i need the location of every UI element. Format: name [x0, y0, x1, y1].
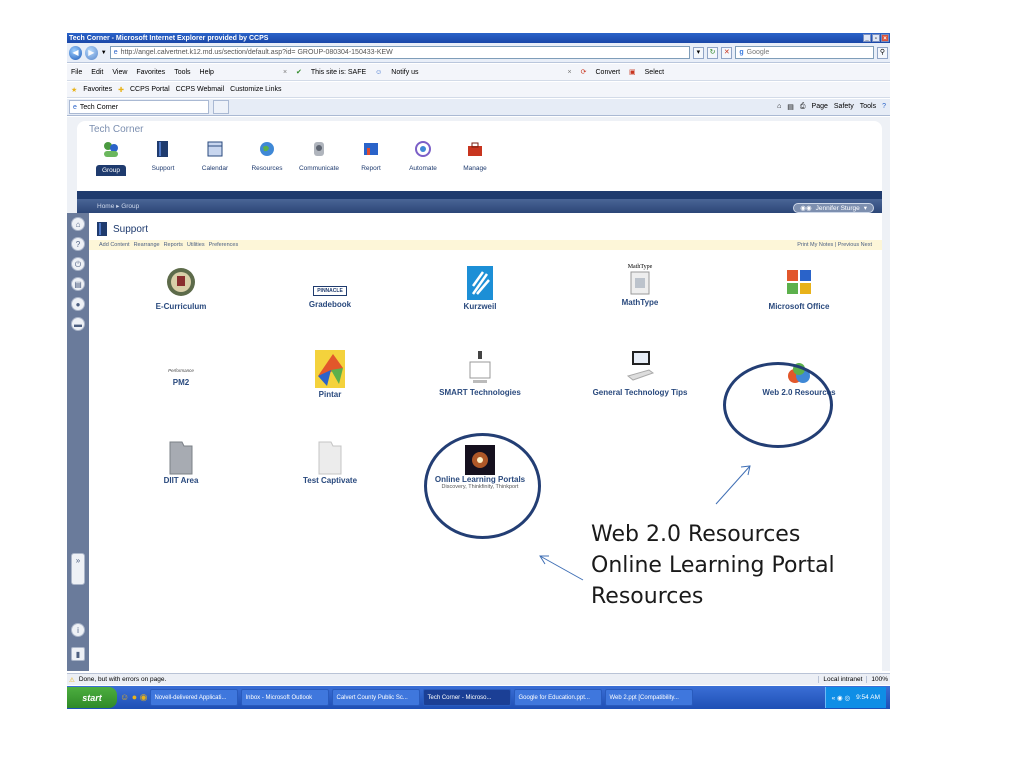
annotation-line-1: Web 2.0 Resources — [591, 522, 801, 547]
arrow-to-web20 — [715, 465, 751, 505]
arrow-to-portals — [539, 555, 584, 581]
annotation-line-3: Resources — [591, 584, 704, 609]
annotation-text: Web 2.0 Resources Online Learning Portal… — [591, 519, 835, 612]
annotation-line-2: Online Learning Portal — [591, 553, 835, 578]
annotation-arrows — [539, 465, 751, 581]
